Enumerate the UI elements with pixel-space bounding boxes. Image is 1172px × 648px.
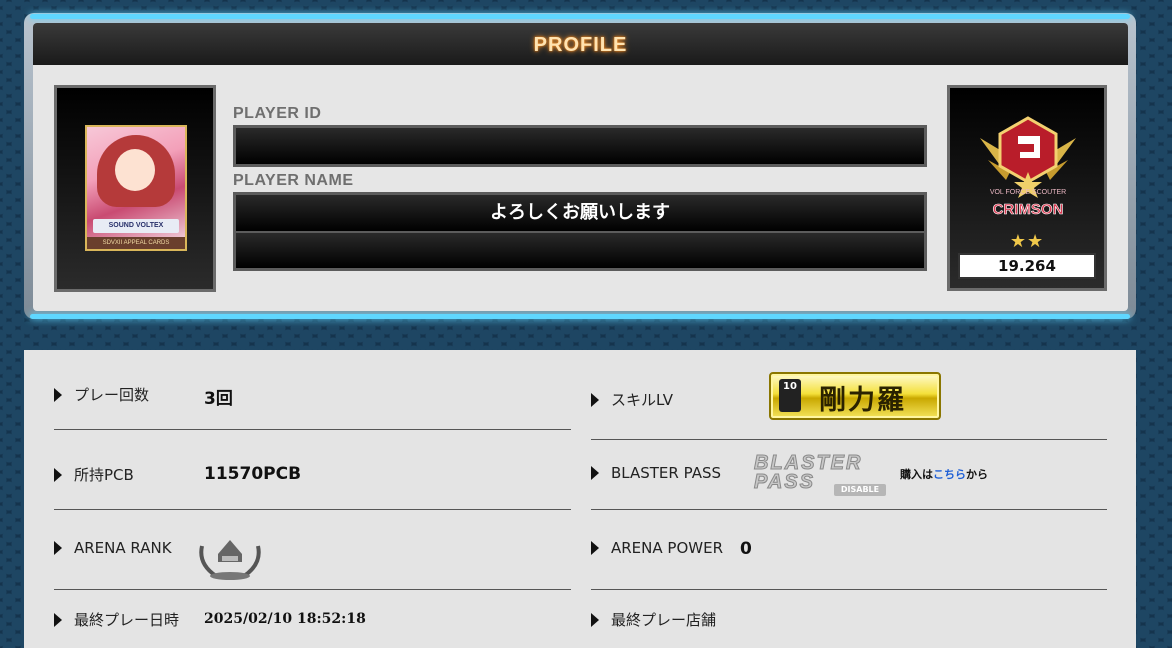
frame-glow-top [30,14,1130,19]
profile-header: PROFILE [33,23,1128,65]
volforce-caption: VOL FORCE SCOUTER [990,189,1066,196]
last-play-label: 最終プレー日時 [74,611,180,629]
blaster-pass-buy-link[interactable]: こちら [933,468,966,481]
volforce-box: VOL FORCE SCOUTER CRIMSON ★★ 19.264 [947,85,1107,291]
blaster-pass-row: BLASTER PASS [591,464,721,482]
blaster-pass-status: DISABLE [834,484,886,496]
player-id-field [233,125,927,167]
pcb-value: 11570PCB [204,464,302,484]
buy-suffix: から [966,468,988,481]
player-name-field: よろしくお願いします [233,192,927,233]
blaster-pass-label: BLASTER PASS [611,464,721,482]
last-shop-label: 最終プレー店舗 [611,611,717,629]
appeal-card-box: SOUND VOLTEX SDVXII APPEAL CARDS [54,85,216,292]
triangle-right-icon [54,541,62,555]
volforce-class-name: CRIMSON [993,201,1064,218]
triangle-right-icon [591,541,599,555]
pcb-label: 所持PCB [74,466,134,484]
skill-level-number: 10 [779,379,801,412]
appeal-card-image: SOUND VOLTEX SDVXII APPEAL CARDS [85,125,187,251]
last-play-value: 2025/02/10 18:52:18 [204,611,366,627]
play-count-value: 3回 [204,389,233,409]
arena-rank-row: ARENA RANK [54,539,172,557]
triangle-right-icon [591,613,599,627]
player-comment-field [233,233,927,271]
divider [591,439,1107,440]
play-count-label: プレー回数 [74,386,150,404]
triangle-right-icon [54,468,62,482]
last-shop-row: 最終プレー店舗 [591,609,716,630]
volforce-class-emblem: VOL FORCE SCOUTER CRIMSON [980,116,1076,218]
arena-power-value: 0 [740,539,752,559]
card-footer: SDVXII APPEAL CARDS [87,237,185,249]
profile-title: PROFILE [533,34,628,56]
card-logo: SOUND VOLTEX [93,219,179,233]
blaster-pass-logo: BLASTER PASS DISABLE [754,453,894,498]
arena-rank-emblem-icon [199,540,261,580]
arena-rank-label: ARENA RANK [74,539,172,557]
divider [54,509,571,510]
card-character-face [115,149,155,191]
triangle-right-icon [591,466,599,480]
profile-panel: PROFILE SOUND VOLTEX SDVXII APPEAL CARDS… [33,23,1128,311]
triangle-right-icon [54,613,62,627]
divider [591,589,1107,590]
skill-level-name: 剛力羅 [819,385,906,416]
divider [591,509,1107,510]
skill-label: スキルLV [611,391,673,409]
triangle-right-icon [591,393,599,407]
skill-level-badge: 10 剛力羅 [769,372,941,420]
stats-panel: プレー回数 3回 所持PCB 11570PCB ARENA RANK 最終プレー… [24,350,1136,648]
divider [54,589,571,590]
skill-row: スキルLV [591,389,673,410]
last-play-row: 最終プレー日時 [54,609,179,630]
player-name-label: PLAYER NAME [233,172,354,189]
arena-power-row: ARENA POWER [591,539,723,557]
divider [54,429,571,430]
play-count-row: プレー回数 [54,384,149,405]
buy-prefix: 購入は [900,468,933,481]
pcb-row: 所持PCB [54,464,134,485]
blaster-pass-buy-text: 購入はこちらから [900,466,988,482]
volforce-stars: ★★ [1009,231,1045,252]
player-id-label: PLAYER ID [233,105,322,122]
frame-glow-bottom [30,314,1130,319]
arena-power-label: ARENA POWER [611,539,723,557]
triangle-right-icon [54,388,62,402]
volforce-value: 19.264 [958,253,1096,279]
